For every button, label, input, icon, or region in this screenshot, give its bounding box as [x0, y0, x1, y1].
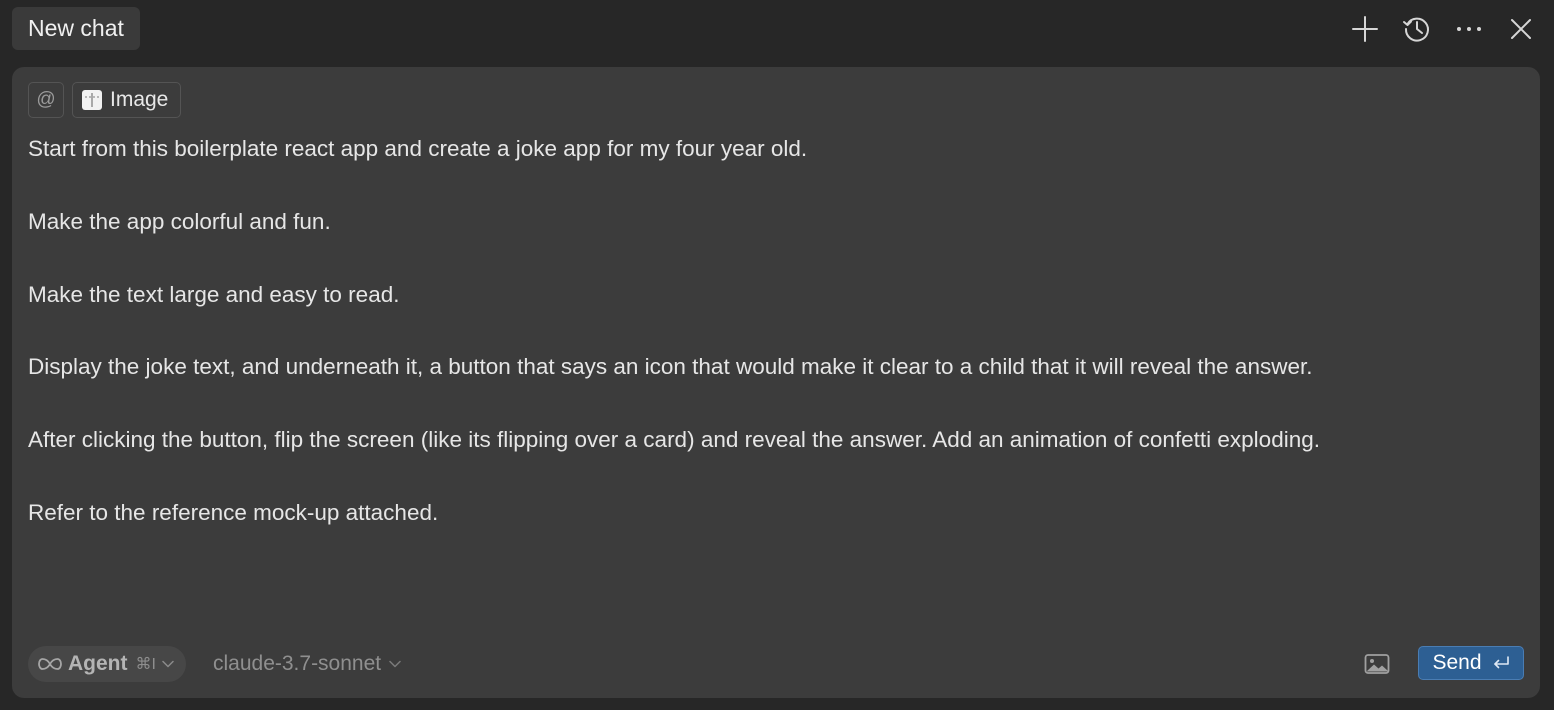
attach-image-button[interactable] [1364, 651, 1390, 677]
attachment-label: Image [110, 88, 169, 111]
chevron-down-icon [389, 660, 401, 668]
close-button[interactable] [1502, 10, 1540, 48]
header-actions [1346, 10, 1540, 48]
close-icon [1511, 19, 1531, 39]
more-icon [1457, 27, 1481, 31]
message-input[interactable]: Start from this boilerplate react app an… [28, 131, 1528, 571]
message-line: Refer to the reference mock-up attached. [28, 499, 439, 525]
message-line: Start from this boilerplate react app an… [28, 136, 808, 161]
send-label: Send [1432, 651, 1482, 674]
message-line: After clicking the button, flip the scre… [28, 427, 1320, 453]
model-name: claude-3.7-sonnet [213, 652, 382, 675]
new-chat-button[interactable] [1346, 10, 1384, 48]
history-button[interactable] [1398, 10, 1436, 48]
mode-label: Agent [68, 652, 128, 675]
send-button[interactable]: Send [1418, 646, 1524, 680]
plus-icon [1352, 16, 1378, 42]
more-options-button[interactable] [1450, 10, 1488, 48]
tab-new-chat[interactable]: New chat [12, 7, 140, 50]
history-icon [1403, 17, 1429, 42]
image-attachment-chip[interactable]: Image [72, 82, 182, 118]
enter-icon [1493, 656, 1509, 669]
model-selector[interactable]: claude-3.7-sonnet [213, 646, 401, 682]
context-row: @ Image [28, 82, 182, 118]
chat-composer: @ Image Start from this boilerplate reac… [12, 67, 1540, 698]
image-icon [1364, 654, 1390, 674]
mode-selector[interactable]: Agent ⌘I [28, 646, 186, 682]
message-line: Display the joke text, and underneath it… [28, 354, 1313, 380]
infinity-icon [38, 658, 62, 670]
chat-header: New chat [0, 0, 1554, 60]
image-thumbnail-icon [82, 90, 102, 110]
chevron-down-icon [162, 660, 174, 668]
message-line: Make the text large and easy to read. [28, 281, 400, 307]
mention-button[interactable]: @ [28, 82, 64, 118]
composer-footer: Agent ⌘I claude-3.7-sonnet Send [28, 646, 1524, 682]
mode-shortcut: ⌘I [135, 656, 156, 673]
message-line: Make the app colorful and fun. [28, 208, 331, 234]
